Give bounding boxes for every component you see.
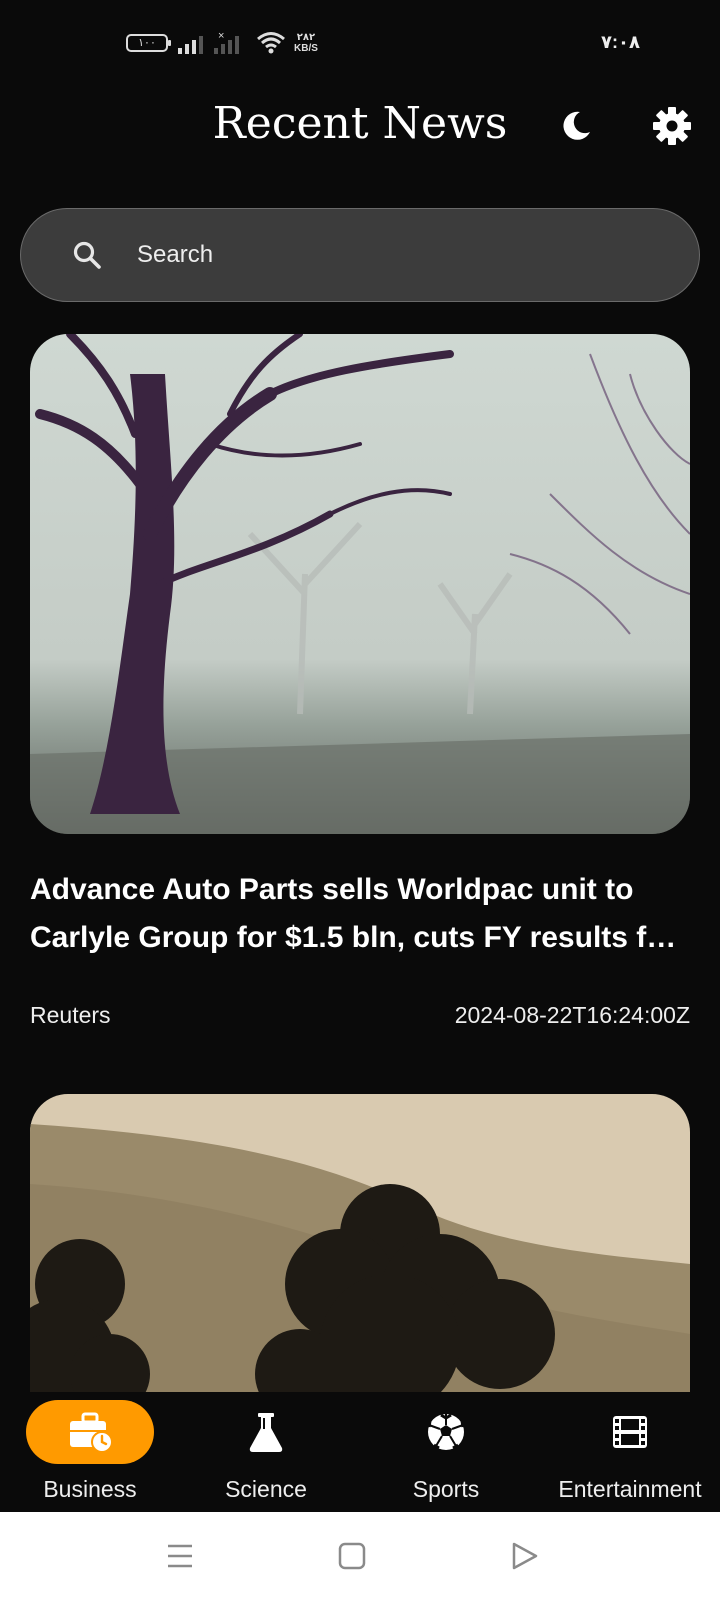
bottom-navigation: Business Science Sports Entertainment <box>0 1392 720 1512</box>
article-meta: Reuters 2024-08-22T16:24:00Z <box>30 1002 690 1038</box>
briefcase-clock-icon <box>70 1412 113 1453</box>
settings-button[interactable] <box>650 104 694 148</box>
nav-label: Business <box>43 1476 137 1502</box>
foggy-tree-photo <box>30 334 690 834</box>
film-icon <box>613 1416 647 1448</box>
network-speed-value: ٢٨٢ <box>296 32 316 43</box>
moon-icon <box>563 111 590 140</box>
network-speed-unit: KB/S <box>294 43 318 54</box>
gear-icon <box>653 107 691 145</box>
back-button[interactable] <box>504 1536 544 1576</box>
article-source: Reuters <box>30 1002 111 1028</box>
nav-label: Science <box>225 1476 307 1502</box>
page-title: Recent News <box>212 98 508 149</box>
network-speed: ٢٨٢ KB/S <box>294 32 318 54</box>
nav-label: Entertainment <box>558 1476 702 1502</box>
signal-off-icon <box>214 34 244 54</box>
home-square-icon <box>338 1542 366 1570</box>
hillside-trees-photo <box>30 1094 690 1392</box>
home-button[interactable] <box>332 1536 372 1576</box>
recent-apps-button[interactable] <box>160 1536 200 1576</box>
signal-icon <box>178 34 208 54</box>
battery-indicator: ١٠٠ <box>126 34 171 52</box>
flask-icon <box>249 1413 283 1452</box>
clock: ٧:٠٨ <box>601 32 640 52</box>
system-navigation-bar <box>0 1512 720 1600</box>
soccer-ball-icon <box>427 1413 465 1450</box>
search-icon <box>73 241 101 269</box>
menu-icon <box>168 1544 192 1568</box>
news-card[interactable]: Advance Auto Parts sells Worldpac unit t… <box>30 334 690 1038</box>
article-image[interactable] <box>30 334 690 834</box>
theme-toggle-button[interactable] <box>556 106 596 146</box>
nav-label: Sports <box>412 1476 480 1502</box>
article-title[interactable]: Advance Auto Parts sells Worldpac unit t… <box>30 866 690 962</box>
nav-item-business[interactable]: Business <box>0 1392 180 1512</box>
wifi-icon <box>257 32 285 54</box>
nav-item-entertainment[interactable]: Entertainment <box>540 1392 720 1512</box>
status-bar: ١٠٠ × ٢٨٢ KB/S ٧:٠٨ <box>0 0 720 90</box>
news-feed[interactable]: Advance Auto Parts sells Worldpac unit t… <box>0 330 720 1392</box>
nav-item-sports[interactable]: Sports <box>356 1392 536 1512</box>
search-bar[interactable] <box>20 208 700 302</box>
back-triangle-icon <box>512 1542 538 1570</box>
nav-item-science[interactable]: Science <box>176 1392 356 1512</box>
article-image[interactable] <box>30 1094 690 1392</box>
article-date: 2024-08-22T16:24:00Z <box>454 1002 690 1028</box>
search-input[interactable] <box>113 209 673 301</box>
news-card[interactable] <box>30 1094 690 1392</box>
